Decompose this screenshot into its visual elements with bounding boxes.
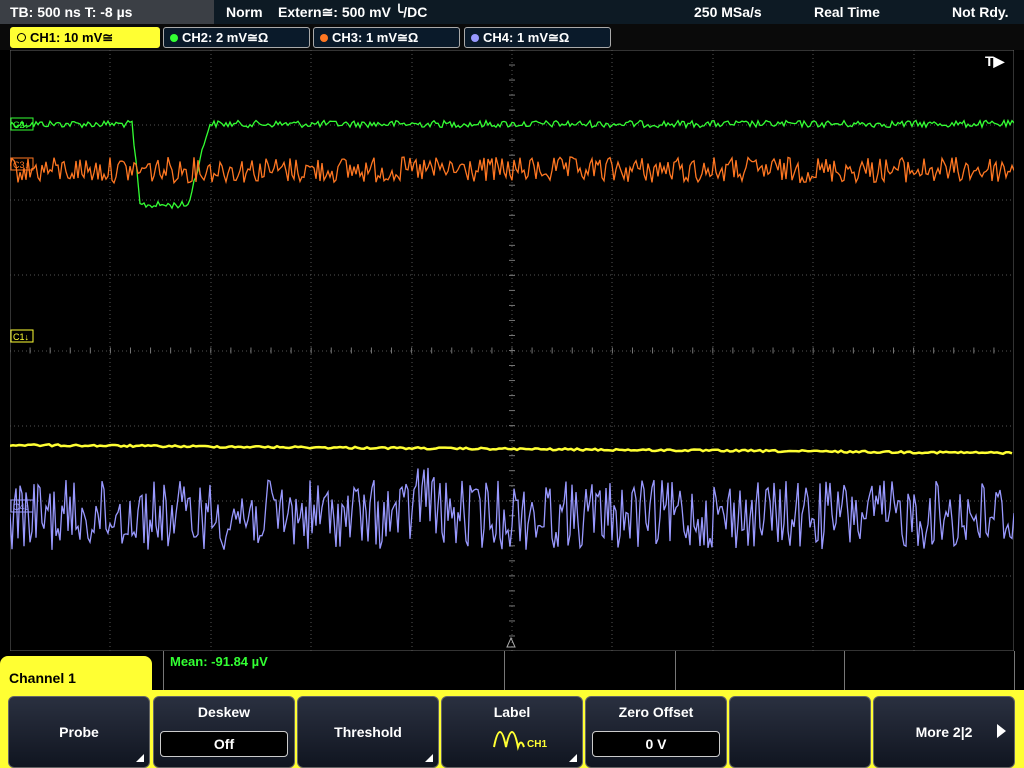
channel-2-marker-label: C2↓ (13, 120, 29, 130)
channel-2-label: CH2: 2 mV≅Ω (182, 30, 269, 45)
channel-menu-title: Channel 1 (9, 670, 76, 686)
mean-measurement: Mean: -91.84 µV (170, 654, 268, 669)
status-bar: TB: 500 ns T: -8 µs Norm Extern≅: 500 mV… (0, 0, 1024, 24)
trigger-mode[interactable]: Norm (226, 0, 263, 24)
acquisition-mode: Real Time (814, 4, 880, 20)
deskew-label: Deskew (197, 704, 251, 720)
sample-rate: 250 MSa/s (694, 4, 762, 20)
channel-3-icon (320, 33, 328, 42)
label-label: Label (493, 704, 531, 720)
timebase-readout: TB: 500 ns T: -8 µs (10, 4, 133, 20)
empty-softkey[interactable] (729, 696, 871, 768)
deskew-softkey[interactable]: Deskew Off (153, 696, 295, 768)
channel-1-marker-label: C1↓ (13, 332, 29, 342)
channel-1-label: CH1: 10 mV≅ (30, 30, 114, 45)
probe-label: Probe (59, 724, 99, 740)
submenu-indicator-icon (136, 754, 144, 762)
channel-1-button[interactable]: CH1: 10 mV≅ (10, 27, 160, 48)
zero-offset-softkey[interactable]: Zero Offset 0 V (585, 696, 727, 768)
measurement-panel: Mean: -91.84 µV (163, 651, 1015, 692)
submenu-indicator-icon (569, 754, 577, 762)
next-page-icon (997, 724, 1006, 738)
more-label: More 2|2 (915, 724, 973, 740)
label-channel-text: CH1 (527, 739, 547, 750)
channel-2-button[interactable]: CH2: 2 mV≅Ω (163, 27, 310, 48)
waveform-display[interactable]: T▶ C2↓ C3↓ C1↓ C4↓ (10, 50, 1014, 651)
deskew-value: Off (160, 731, 288, 757)
timebase-box[interactable]: TB: 500 ns T: -8 µs (0, 0, 214, 24)
channel-2-icon (170, 33, 178, 42)
measurement-divider (675, 651, 676, 691)
trigger-source[interactable]: Extern≅: 500 mV ╰/DC (278, 0, 427, 24)
submenu-indicator-icon (425, 754, 433, 762)
channel-3-button[interactable]: CH3: 1 mV≅Ω (313, 27, 460, 48)
measurement-divider (844, 651, 845, 691)
channel-4-marker-label: C4↓ (13, 502, 29, 512)
channel-4-label: CH4: 1 mV≅Ω (483, 30, 570, 45)
zero-offset-label: Zero Offset (618, 704, 694, 720)
threshold-label: Threshold (334, 724, 402, 740)
trigger-status: Not Rdy. (952, 4, 1009, 20)
trigger-position-marker[interactable]: T▶ (985, 53, 1006, 69)
probe-softkey[interactable]: Probe (8, 696, 150, 768)
channel-3-label: CH3: 1 mV≅Ω (332, 30, 419, 45)
channel-row: CH1: 10 mV≅ CH2: 2 mV≅Ω CH3: 1 mV≅Ω CH4:… (0, 24, 1024, 50)
measurement-divider (504, 651, 505, 691)
waveform-label-icon: CH1 (493, 731, 547, 751)
more-softkey[interactable]: More 2|2 (873, 696, 1015, 768)
zero-offset-value: 0 V (592, 731, 720, 757)
channel-4-icon (471, 33, 479, 42)
channel-1-icon (17, 33, 26, 43)
threshold-softkey[interactable]: Threshold (297, 696, 439, 768)
label-softkey[interactable]: Label CH1 (441, 696, 583, 768)
channel-4-button[interactable]: CH4: 1 mV≅Ω (464, 27, 611, 48)
